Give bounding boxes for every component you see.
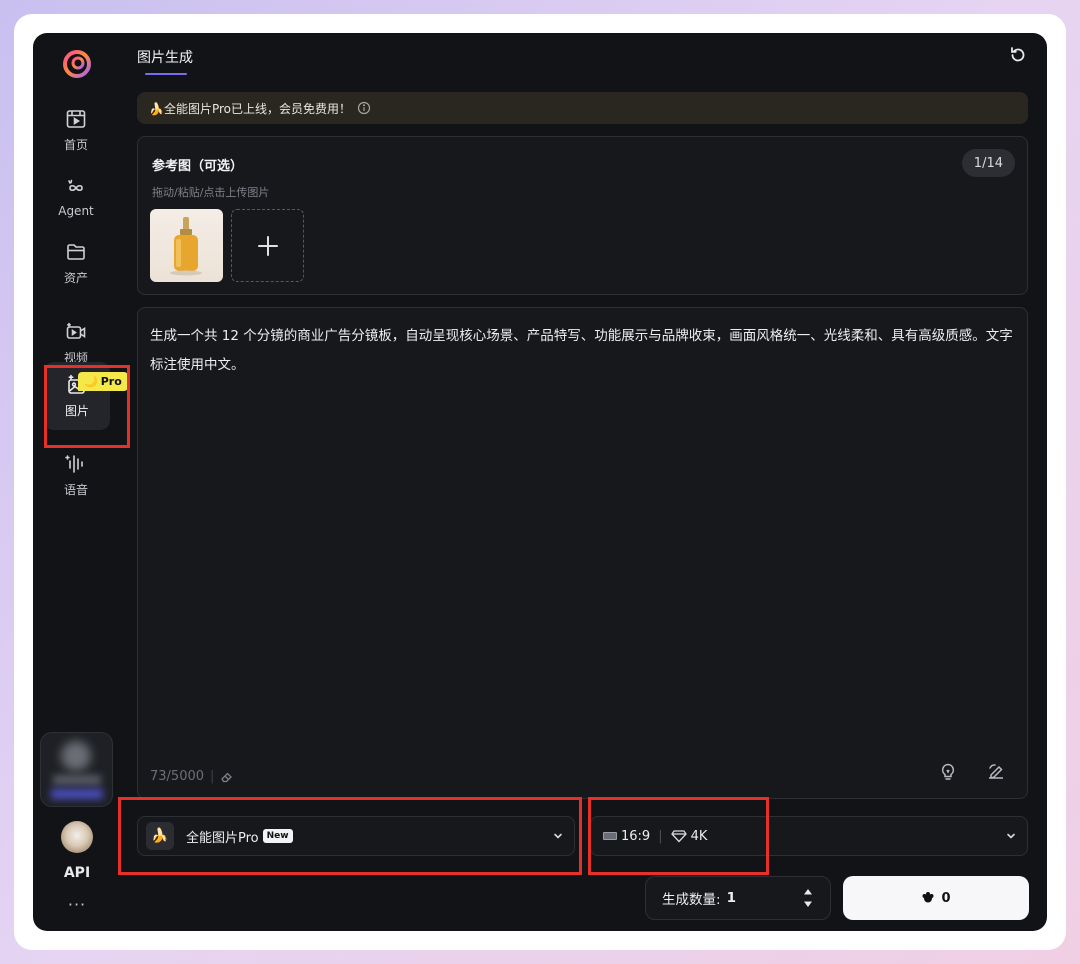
divider: | — [658, 828, 663, 844]
user-card[interactable] — [40, 732, 113, 807]
sidebar: 首页 Agent 资产 视频 图片 🌙 Pro 语音 API ··· — [33, 33, 128, 931]
api-link[interactable]: API — [33, 865, 121, 881]
sidebar-item-label: Agent — [58, 204, 94, 218]
aspect-ratio-value: 16:9 — [621, 828, 651, 844]
generate-button[interactable]: 0 — [843, 876, 1029, 920]
chevron-down-icon — [554, 833, 562, 839]
pro-badge: 🌙 Pro — [78, 372, 128, 391]
model-select[interactable]: 🍌 全能图片Pro New — [137, 816, 575, 856]
quantity-label: 生成数量: — [662, 892, 721, 908]
refresh-icon[interactable] — [1008, 45, 1028, 65]
quantity-stepper[interactable]: 生成数量: 1 — [645, 876, 831, 920]
upload-hint: 拖动/粘贴/点击上传图片 — [152, 186, 270, 199]
sidebar-item-label: 首页 — [63, 137, 88, 152]
tab-underline — [145, 73, 187, 75]
agent-infinity-icon — [68, 179, 83, 192]
app-logo[interactable] — [62, 49, 92, 79]
prompt-panel[interactable]: 生成一个共 12 个分镜的商业广告分镜板，自动呈现核心场景、产品特写、功能展示与… — [137, 307, 1028, 799]
params-select[interactable]: 16:9 | 4K — [590, 816, 1028, 856]
folder-icon — [67, 243, 85, 260]
credit-icon — [922, 892, 934, 903]
edit-enhance-icon[interactable] — [986, 762, 1006, 782]
quantity-value: 1 — [726, 890, 736, 906]
banana-icon: 🌙 — [84, 375, 98, 388]
lightbulb-icon[interactable] — [938, 762, 958, 782]
more-menu-button[interactable]: ··· — [33, 895, 121, 914]
model-name: 全能图片Pro — [186, 830, 259, 846]
sidebar-item-label: 图片 — [64, 403, 89, 418]
reference-image-panel: 参考图（可选） 拖动/粘贴/点击上传图片 1/14 — [137, 136, 1028, 295]
sidebar-item-label: 资产 — [63, 270, 88, 285]
reference-thumbnail[interactable] — [150, 209, 223, 282]
banner-text: 🍌全能图片Pro已上线，会员免费用！ — [149, 101, 351, 116]
blurred-content — [53, 775, 101, 785]
sidebar-item-label: 语音 — [63, 482, 88, 497]
banana-icon: 🍌 — [146, 822, 174, 850]
page-title[interactable]: 图片生成 — [137, 47, 193, 67]
audio-wave-icon — [65, 454, 83, 473]
char-counter: 73/5000 | — [150, 769, 234, 784]
info-icon[interactable] — [357, 101, 371, 115]
up-down-arrows-icon[interactable] — [802, 887, 814, 909]
avatar[interactable] — [61, 821, 93, 853]
reference-title: 参考图（可选） — [152, 159, 244, 174]
reference-count-badge: 1/14 — [961, 149, 1015, 177]
aspect-ratio-icon — [603, 832, 617, 840]
blurred-content — [51, 789, 103, 799]
resolution-value: 4K — [690, 828, 708, 844]
diamond-icon — [670, 830, 687, 843]
plus-icon — [257, 235, 278, 256]
blurred-content — [61, 741, 91, 771]
promo-banner: 🍌全能图片Pro已上线，会员免费用！ — [137, 92, 1028, 124]
sidebar-item-audio[interactable]: 语音 — [41, 446, 111, 504]
eraser-icon[interactable] — [220, 770, 234, 784]
app-window: 首页 Agent 资产 视频 图片 🌙 Pro 语音 API ··· 图片生成 … — [33, 33, 1047, 931]
serum-bottle-image — [170, 217, 202, 276]
sidebar-item-agent[interactable]: Agent — [41, 168, 111, 226]
prompt-textarea[interactable]: 生成一个共 12 个分镜的商业广告分镜板，自动呈现核心场景、产品特写、功能展示与… — [150, 322, 1013, 380]
divider: | — [210, 769, 215, 784]
sidebar-item-home[interactable]: 首页 — [41, 101, 111, 159]
generate-cost: 0 — [941, 890, 951, 906]
home-icon — [66, 109, 86, 128]
char-count-text: 73/5000 — [150, 769, 205, 784]
video-icon — [66, 322, 86, 339]
chevron-down-icon — [1007, 833, 1015, 839]
sidebar-item-assets[interactable]: 资产 — [41, 234, 111, 292]
add-reference-button[interactable] — [231, 209, 304, 282]
pro-badge-label: Pro — [100, 375, 122, 388]
new-tag: New — [262, 829, 293, 843]
